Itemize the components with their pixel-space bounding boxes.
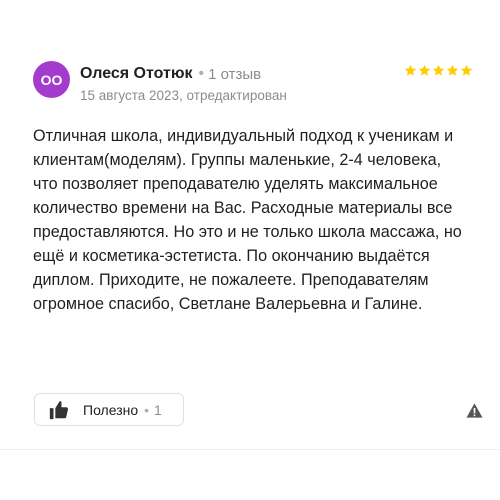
separator-dot: •: [198, 65, 205, 82]
star-icon: [418, 64, 431, 76]
rating-stars: [404, 64, 473, 77]
review-date: 15 августа 2023, отредактирован: [80, 88, 287, 103]
warning-icon[interactable]: [466, 403, 483, 418]
author-name[interactable]: Олеся Ототюк: [80, 65, 193, 83]
avatar[interactable]: ОО: [33, 61, 70, 98]
author-reviews-count: 1 отзыв: [208, 65, 262, 83]
star-icon: [460, 64, 473, 76]
star-icon: [446, 64, 459, 76]
thumbs-up-icon: [49, 400, 69, 419]
review-divider: [0, 449, 500, 450]
useful-count: 1: [154, 401, 162, 418]
star-icon: [404, 64, 417, 76]
useful-button[interactable]: Полезно • 1: [34, 393, 184, 426]
author-line: Олеся Ототюк • 1 отзыв: [80, 64, 261, 84]
review-text: Отличная школа, индивидуальный подход к …: [33, 127, 462, 313]
useful-label: Полезно: [83, 401, 139, 418]
useful-separator: •: [144, 401, 150, 418]
star-icon: [432, 64, 445, 76]
